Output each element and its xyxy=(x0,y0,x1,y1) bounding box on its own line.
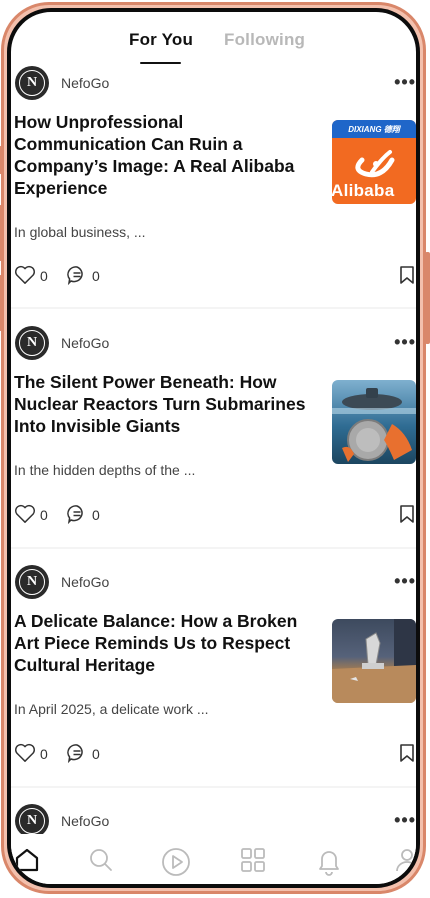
divider xyxy=(11,547,416,549)
heart-icon[interactable] xyxy=(14,743,36,763)
post-actions: 0 0 xyxy=(14,743,414,765)
post-card[interactable]: N NefoGo ••• How Unprofessional Communic… xyxy=(11,66,416,304)
home-icon[interactable] xyxy=(13,846,41,874)
author-name[interactable]: NefoGo xyxy=(61,813,109,829)
search-icon[interactable] xyxy=(87,846,115,874)
post-snippet: In April 2025, a delicate work ... xyxy=(14,701,209,717)
comment-icon[interactable] xyxy=(66,265,88,285)
feed-tabs: For You Following xyxy=(11,26,416,66)
post-title[interactable]: A Delicate Balance: How a Broken Art Pie… xyxy=(14,610,319,676)
comment-count: 0 xyxy=(92,507,100,523)
avatar[interactable]: N xyxy=(15,565,49,599)
avatar-letter: N xyxy=(19,330,45,356)
active-tab-indicator xyxy=(140,62,181,64)
avatar[interactable]: N xyxy=(15,326,49,360)
app-screen: For You Following N NefoGo ••• How Unpro… xyxy=(11,12,416,884)
like-count: 0 xyxy=(40,268,48,284)
thumb-brand-text: Alibaba xyxy=(332,181,395,200)
post-snippet: In global business, ... xyxy=(14,224,146,240)
bookmark-icon[interactable] xyxy=(399,265,415,285)
profile-icon[interactable] xyxy=(393,846,420,874)
post-actions: 0 0 xyxy=(14,504,414,526)
post-card[interactable]: N NefoGo ••• A Delicate Balance: How a B… xyxy=(11,565,416,803)
phone-screen-bezel: For You Following N NefoGo ••• How Unpro… xyxy=(7,8,420,888)
like-count: 0 xyxy=(40,746,48,762)
post-title[interactable]: How Unprofessional Communication Can Rui… xyxy=(14,111,319,199)
bell-icon[interactable] xyxy=(315,846,343,876)
avatar-letter: N xyxy=(19,569,45,595)
tab-for-you[interactable]: For You xyxy=(129,30,193,50)
avatar[interactable]: N xyxy=(15,66,49,100)
comment-icon[interactable] xyxy=(66,743,88,763)
broken-art-photo-icon xyxy=(332,619,416,703)
submarine-photo-icon xyxy=(332,388,416,462)
play-icon[interactable] xyxy=(160,846,192,878)
avatar[interactable]: N xyxy=(15,804,49,838)
author-name[interactable]: NefoGo xyxy=(61,574,109,590)
divider xyxy=(11,786,416,788)
phone-power-button xyxy=(425,252,430,344)
phone-side-button xyxy=(0,275,4,331)
divider xyxy=(11,307,416,309)
bookmark-icon[interactable] xyxy=(399,504,415,524)
more-options-icon[interactable]: ••• xyxy=(394,332,416,353)
grid-icon[interactable] xyxy=(239,846,267,874)
post-thumbnail[interactable] xyxy=(332,380,416,464)
tab-following[interactable]: Following xyxy=(224,30,305,50)
more-options-icon[interactable]: ••• xyxy=(394,810,416,831)
heart-icon[interactable] xyxy=(14,504,36,524)
post-snippet: In the hidden depths of the ... xyxy=(14,462,196,478)
more-options-icon[interactable]: ••• xyxy=(394,72,416,93)
more-options-icon[interactable]: ••• xyxy=(394,571,416,592)
comment-icon[interactable] xyxy=(66,504,88,524)
bottom-nav-bar xyxy=(11,834,416,884)
heart-icon[interactable] xyxy=(14,265,36,285)
post-thumbnail[interactable] xyxy=(332,619,416,703)
bookmark-icon[interactable] xyxy=(399,743,415,763)
author-name[interactable]: NefoGo xyxy=(61,335,109,351)
comment-count: 0 xyxy=(92,746,100,762)
post-title[interactable]: The Silent Power Beneath: How Nuclear Re… xyxy=(14,371,319,437)
avatar-letter: N xyxy=(19,70,45,96)
post-thumbnail[interactable]: DIXIANG 德翔 Alibaba xyxy=(332,120,416,204)
like-count: 0 xyxy=(40,507,48,523)
phone-side-button xyxy=(0,205,4,261)
avatar-letter: N xyxy=(19,808,45,834)
post-actions: 0 0 xyxy=(14,265,414,287)
phone-side-button xyxy=(0,146,4,174)
author-name[interactable]: NefoGo xyxy=(61,75,109,91)
post-card[interactable]: N NefoGo ••• The Silent Power Beneath: H… xyxy=(11,326,416,564)
comment-count: 0 xyxy=(92,268,100,284)
